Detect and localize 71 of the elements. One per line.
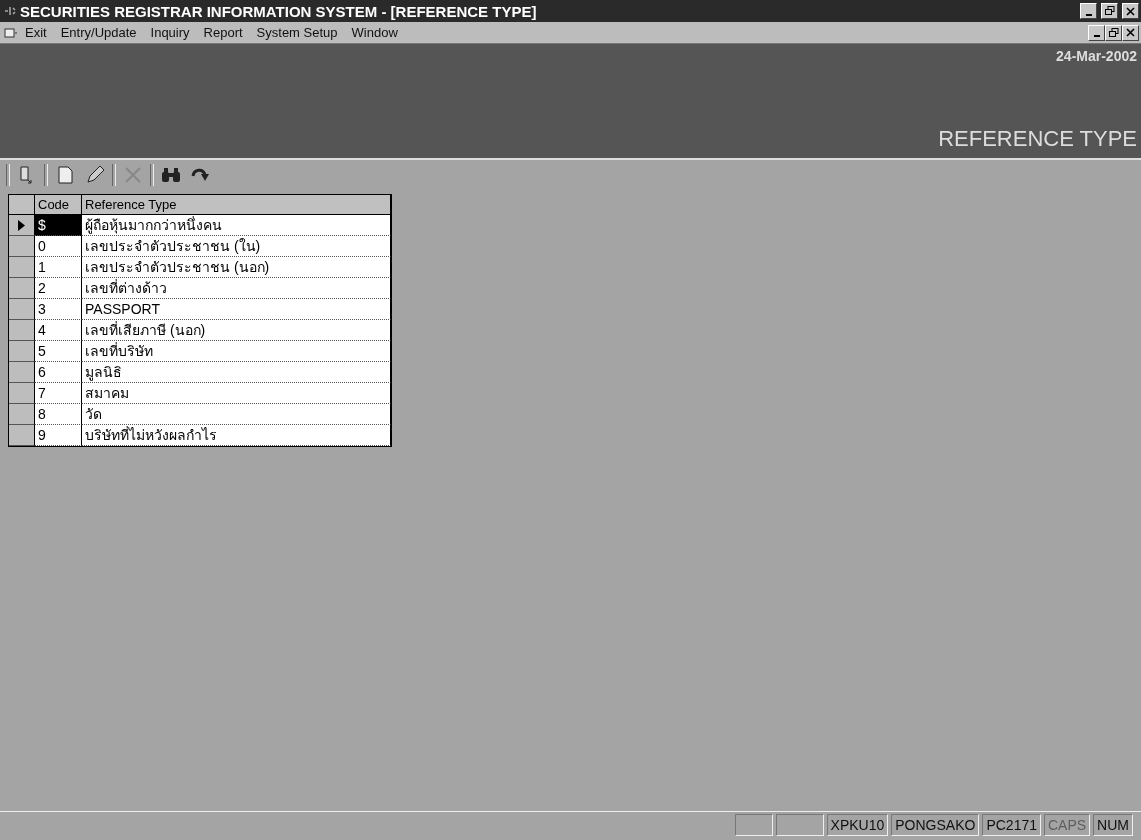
status-text: CAPS [1048,817,1087,833]
new-document-icon [57,166,73,184]
row-selector[interactable] [9,257,35,278]
close-button[interactable] [1122,24,1139,41]
screen-title: REFERENCE TYPE [938,126,1137,152]
date-text: 24-Mar-2002 [1056,48,1137,64]
table-cell: 7 [35,383,82,404]
status-pane [734,814,773,836]
table-cell: เลขประจำตัวประชาชน (ใน) [82,236,391,257]
door-exit-icon [19,166,35,184]
table-cell: $ [35,215,82,236]
restore-icon [1108,27,1119,38]
minimize-button[interactable] [1088,24,1105,41]
table-cell: สมาคม [82,383,391,404]
table-cell: 2 [35,278,82,299]
status-text: XPKU10 [830,817,885,833]
menu-item[interactable]: Report [196,25,250,40]
table-cell: วัด [82,404,391,425]
menu-item[interactable]: Inquiry [143,25,197,40]
table-cell: 5 [35,341,82,362]
table-cell: ผู้ถือหุ้นมากกว่าหนึ่งคน [82,215,391,236]
menu-item[interactable]: Window [344,25,405,40]
table-cell: บริษัทที่ไม่หวังผลกำไร [82,425,391,446]
minimize-button[interactable] [1080,3,1097,19]
menu-item[interactable]: Exit [18,25,54,40]
status-text: PC2171 [986,817,1037,833]
row-selector[interactable] [9,278,35,299]
close-icon [1126,28,1135,37]
column-header[interactable]: Code [35,195,82,215]
restore-icon [1104,6,1115,16]
status-pane [775,814,824,836]
table-cell: เลขที่เสียภาษี (นอก) [82,320,391,341]
row-selector[interactable] [9,362,35,383]
binoculars-icon [161,167,181,183]
table-cell: เลขประจำตัวประชาชน (นอก) [82,257,391,278]
pencil-icon [85,165,105,185]
current-row-icon [18,219,25,231]
status-text: PONGSAKO [895,817,976,833]
table-cell: มูลนิธิ [82,362,391,383]
row-selector[interactable] [9,299,35,320]
table-cell: 4 [35,320,82,341]
table-cell: 9 [35,425,82,446]
table-cell: 3 [35,299,82,320]
close-icon [1126,6,1135,16]
document-icon [4,26,18,39]
table-cell: 0 [35,236,82,257]
minimize-icon [1085,13,1092,16]
menu-item[interactable]: Entry/Update [53,25,144,40]
table-cell: PASSPORT [82,299,391,320]
table-cell: เลขที่บริษัท [82,341,391,362]
row-selector[interactable] [9,425,35,446]
row-selector[interactable] [9,215,35,236]
row-selector[interactable] [9,320,35,341]
table-cell: 1 [35,257,82,278]
table-cell: เลขที่ต่างด้าว [82,278,391,299]
menu-item[interactable]: System Setup [249,25,345,40]
column-header[interactable]: Reference Type [82,195,391,215]
minimize-icon [1093,35,1100,37]
status-text: NUM [1097,817,1129,833]
row-selector[interactable] [9,404,35,425]
close-button[interactable] [1122,3,1139,19]
restore-button[interactable] [1105,24,1122,41]
app-icon [4,5,16,17]
restore-button[interactable] [1101,3,1118,19]
table-cell: 8 [35,404,82,425]
row-selector[interactable] [9,236,35,257]
window-title: SECURITIES REGISTRAR INFORMATION SYSTEM - [REFERENCE TYPE] [20,2,538,20]
row-selector[interactable] [9,341,35,362]
row-selector[interactable] [9,383,35,404]
delete-x-icon [124,166,142,184]
table-cell: 6 [35,362,82,383]
